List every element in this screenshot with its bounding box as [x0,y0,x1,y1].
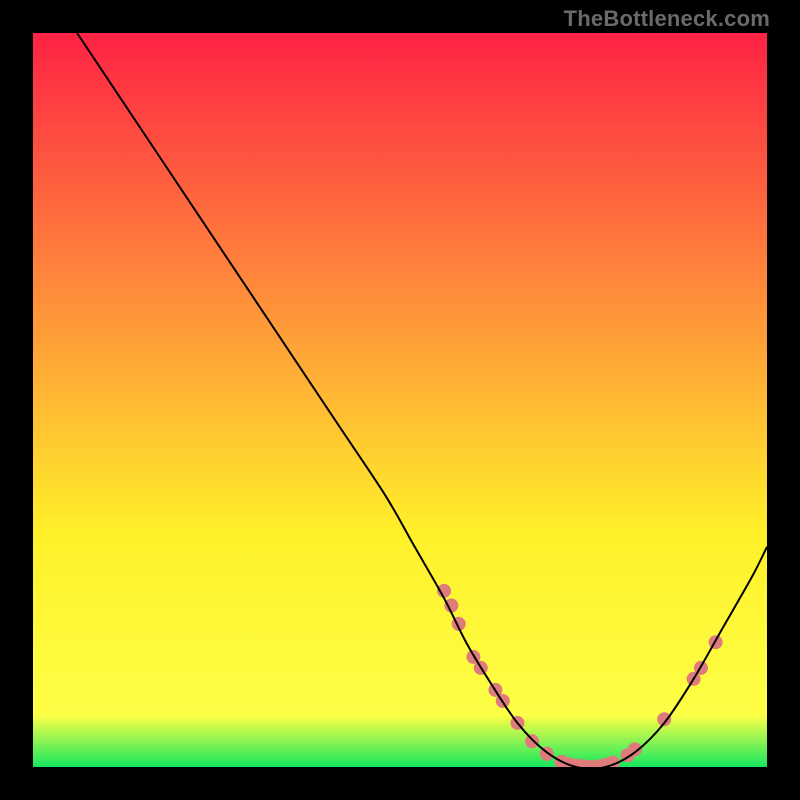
gradient-background [33,33,767,767]
curve-marker [525,734,539,748]
plot-area [33,33,767,767]
chart-frame: TheBottleneck.com [0,0,800,800]
watermark-text: TheBottleneck.com [564,6,770,32]
chart-svg [33,33,767,767]
